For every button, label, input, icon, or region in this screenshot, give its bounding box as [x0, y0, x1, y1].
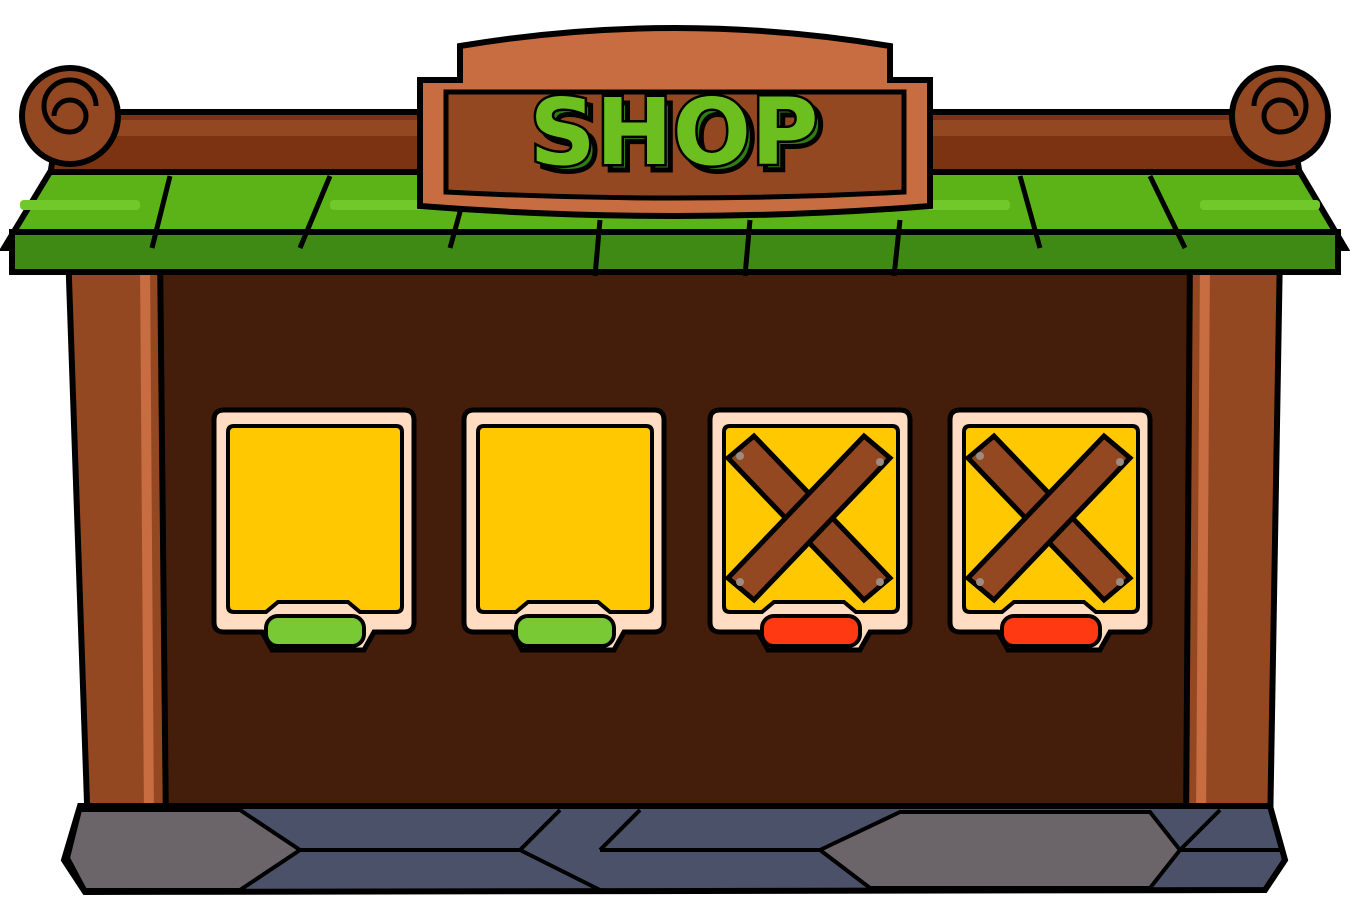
scroll-curl-icon: [19, 65, 121, 167]
shop-screen: SHOP SHOP: [0, 0, 1350, 900]
shop-slot-3-locked[interactable]: [704, 406, 916, 656]
shop-slot-4-locked[interactable]: [944, 406, 1156, 656]
shop-slot-1[interactable]: [208, 406, 420, 656]
slot-locked-button[interactable]: [760, 614, 862, 648]
sign-title: SHOP: [530, 79, 819, 186]
shop-slot-2[interactable]: [458, 406, 670, 656]
stone-floor: [60, 803, 1289, 896]
slot-buy-button[interactable]: [264, 614, 366, 648]
slot-locked-button[interactable]: [1000, 614, 1102, 648]
scroll-curl-icon: [1229, 65, 1331, 167]
slot-buy-button[interactable]: [514, 614, 616, 648]
